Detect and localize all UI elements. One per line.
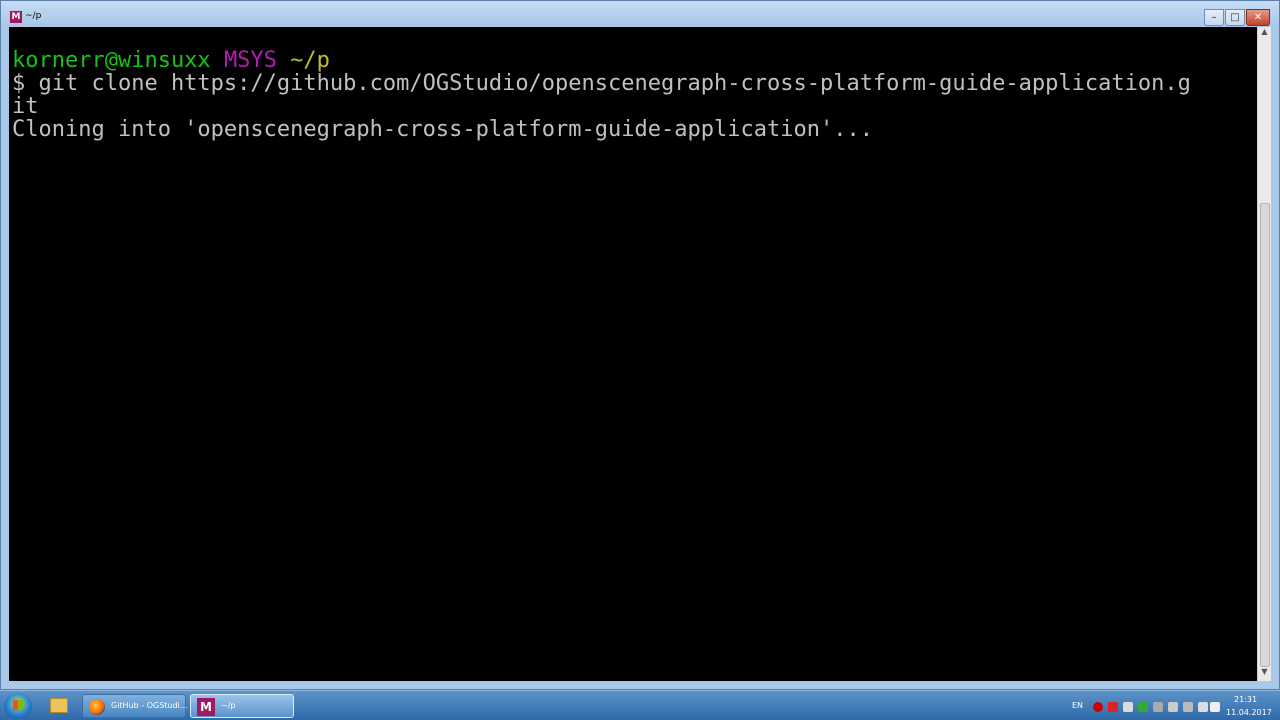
scroll-down-arrow-icon[interactable]: ▼ [1258,667,1271,681]
taskbar-item-explorer[interactable] [44,694,74,718]
prompt-system: MSYS [223,48,277,73]
action-center-icon[interactable] [1198,702,1208,712]
taskbar-item-firefox[interactable]: GitHub - OGStudi... [82,694,188,718]
acrobat-icon[interactable] [1108,702,1118,712]
prompt-path: ~/p [290,48,330,73]
speaker-icon[interactable] [1210,702,1220,712]
window-title: ~/p [25,11,42,21]
clock-time[interactable]: 21:31 [1234,695,1257,704]
close-button[interactable]: ✕ [1246,9,1270,26]
nvidia-icon[interactable] [1138,702,1148,712]
prompt-user-host: kornerr@winsuxx [12,48,211,73]
clock-date[interactable]: 11.04.2017 [1226,708,1272,717]
prompt-line: kornerr@winsuxx MSYS ~/p [12,49,330,72]
language-indicator[interactable]: EN [1072,701,1083,710]
output-line: Cloning into 'openscenegraph-cross-platf… [12,117,873,142]
vertical-scrollbar[interactable]: ▲ ▼ [1257,27,1271,681]
title-bar[interactable]: M ~/p – □ ✕ [1,1,1279,27]
network-icon[interactable] [1183,702,1193,712]
usb-icon[interactable] [1153,702,1163,712]
windows-logo-icon [13,700,23,710]
terminal-window: M ~/p – □ ✕ kornerr@winsuxx MSYS ~/p $ g… [0,0,1280,690]
taskbar: GitHub - OGStudi... M ~/p EN [0,690,1280,720]
command-line-wrap: it [12,94,39,119]
checkbox-tray-icon[interactable] [1123,702,1133,712]
taskbar-item-label: GitHub - OGStudi... [111,701,188,710]
antivirus-icon[interactable] [1093,702,1103,712]
start-button[interactable] [4,693,32,719]
msys-icon[interactable]: M [10,11,22,23]
taskbar-item-msys[interactable]: M ~/p [190,694,294,718]
scroll-up-arrow-icon[interactable]: ▲ [1258,27,1271,41]
command-line: $ git clone https://github.com/OGStudio/… [12,71,1191,96]
minimize-button[interactable]: – [1204,9,1224,26]
scroll-thumb[interactable] [1260,203,1270,667]
taskbar-item-label: ~/p [221,701,236,710]
firefox-icon [89,699,105,715]
msys-icon: M [197,698,215,716]
terminal-area[interactable]: kornerr@winsuxx MSYS ~/p $ git clone htt… [9,27,1257,681]
maximize-button[interactable]: □ [1225,9,1245,26]
folder-icon [50,698,68,713]
volume-icon[interactable] [1168,702,1178,712]
